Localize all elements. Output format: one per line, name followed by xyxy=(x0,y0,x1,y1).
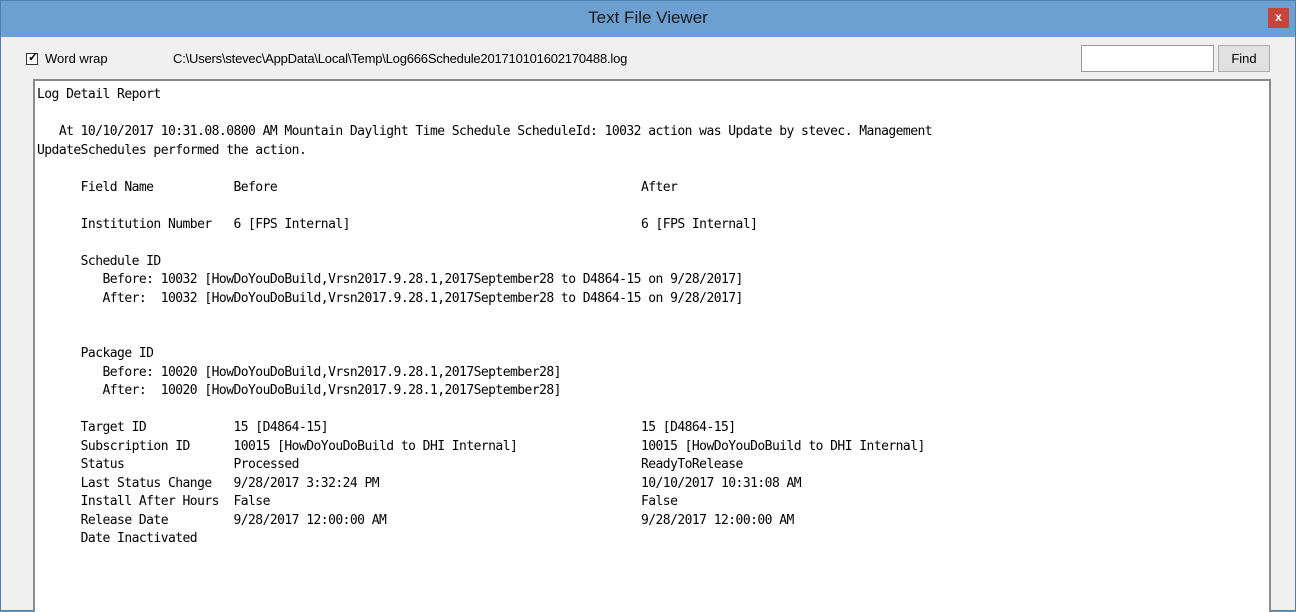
log-line: Release Date 9/28/2017 12:00:00 AM 9/28/… xyxy=(37,512,795,528)
word-wrap-label[interactable]: Word wrap xyxy=(45,51,108,66)
log-line: Field Name Before After xyxy=(37,179,678,195)
log-line: Package ID xyxy=(37,346,154,361)
find-button[interactable]: Find xyxy=(1218,45,1270,72)
log-line: At 10/10/2017 10:31.08.0800 AM Mountain … xyxy=(37,124,933,139)
log-line: UpdateSchedules performed the action. xyxy=(37,142,307,158)
log-line: Before: 10020 [HowDoYouDoBuild,Vrsn2017.… xyxy=(37,364,561,380)
window-title: Text File Viewer xyxy=(588,8,708,27)
text-file-viewer-window: Text File Viewer x ✓ Word wrap C:\Users\… xyxy=(0,0,1296,612)
file-path-label: C:\Users\stevec\AppData\Local\Temp\Log66… xyxy=(173,51,628,66)
log-line: Log Detail Report xyxy=(37,87,161,102)
log-line: Date Inactivated xyxy=(37,531,198,546)
log-line: Last Status Change 9/28/2017 3:32:24 PM … xyxy=(37,475,802,491)
log-line: Install After Hours False False xyxy=(37,494,678,509)
close-button[interactable]: x xyxy=(1268,8,1289,28)
log-line: Before: 10032 [HowDoYouDoBuild,Vrsn2017.… xyxy=(37,272,743,287)
checkmark-icon: ✓ xyxy=(28,50,39,64)
log-line: Status Processed ReadyToRelease xyxy=(37,457,744,472)
log-line: Subscription ID 10015 [HowDoYouDoBuild t… xyxy=(37,438,926,454)
log-text-area[interactable]: Log Detail Report At 10/10/2017 10:31.08… xyxy=(33,79,1271,612)
log-line: Target ID 15 [D4864-15] 15 [D4864-15] xyxy=(37,420,736,435)
log-line: After: 10032 [HowDoYouDoBuild,Vrsn2017.9… xyxy=(37,290,743,306)
word-wrap-checkbox[interactable]: ✓ xyxy=(26,50,39,65)
log-line: Schedule ID xyxy=(37,253,162,269)
title-bar[interactable]: Text File Viewer x xyxy=(1,1,1295,37)
find-input[interactable] xyxy=(1081,45,1214,72)
log-line: Institution Number 6 [FPS Internal] 6 [F… xyxy=(37,216,758,232)
log-line: After: 10020 [HowDoYouDoBuild,Vrsn2017.9… xyxy=(37,383,561,398)
log-content: Log Detail Report At 10/10/2017 10:31.08… xyxy=(37,86,933,549)
